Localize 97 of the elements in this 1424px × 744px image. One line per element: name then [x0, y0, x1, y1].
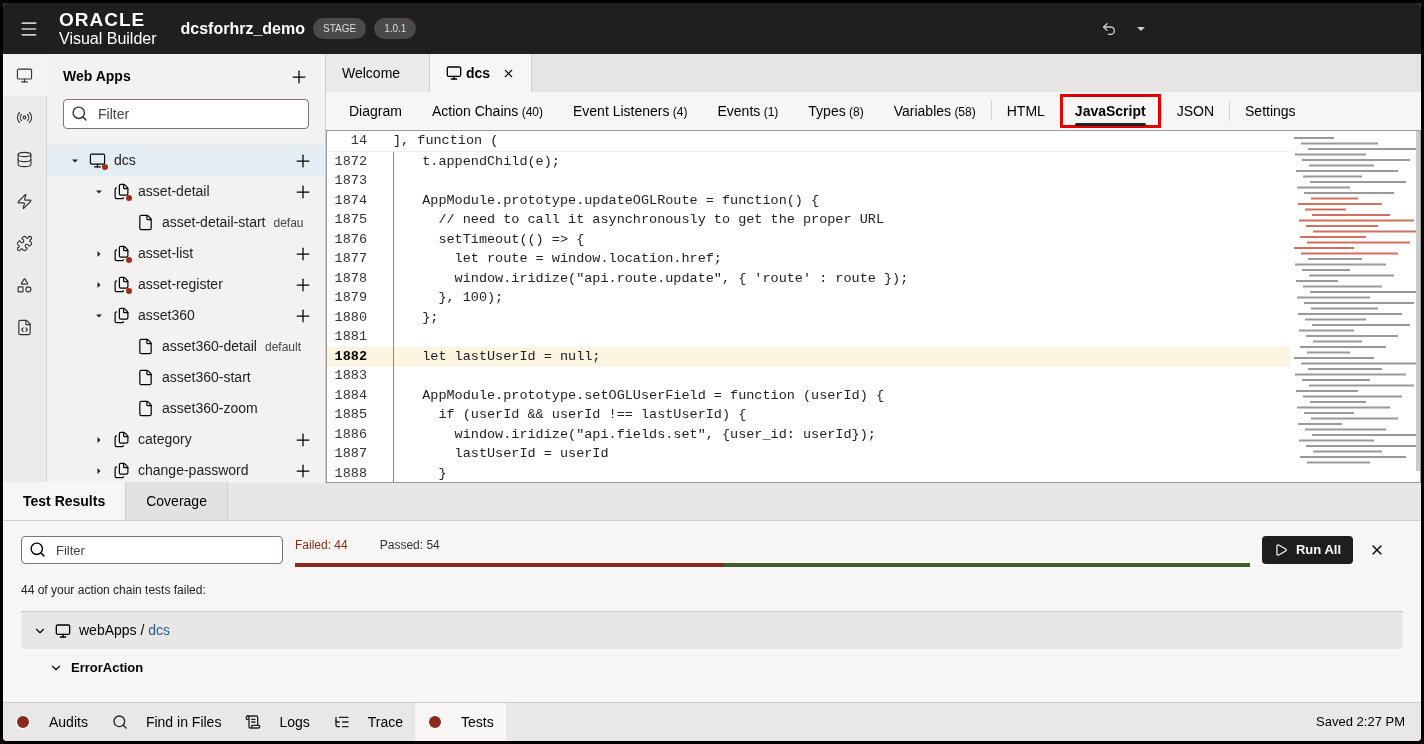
- editor-sub-tab[interactable]: Events (1): [702, 94, 794, 128]
- filter-field[interactable]: Filter: [21, 536, 283, 564]
- monitor-icon: [446, 65, 462, 81]
- code-line: AppModule.prototype.setOGLUserField = function (userId) {: [421, 386, 884, 405]
- code-line: setTimeout(() => {: [437, 230, 585, 249]
- search-icon: [71, 105, 88, 122]
- page-icon: [137, 369, 154, 386]
- page-icon: [137, 338, 154, 355]
- search-icon: [29, 541, 46, 558]
- line-number: 1884: [333, 386, 367, 405]
- run-all-button[interactable]: Run All: [1262, 536, 1353, 564]
- tree-item[interactable]: asset-register: [138, 274, 223, 295]
- line-number: 1883: [333, 367, 367, 386]
- tree-item[interactable]: asset-list: [138, 243, 194, 264]
- tree-item[interactable]: asset-detail-start: [162, 212, 266, 233]
- editor-sub-tab[interactable]: Action Chains (40): [416, 94, 558, 128]
- dropdown-caret-icon[interactable]: [1137, 26, 1145, 31]
- passed-count: Passed: 54: [379, 537, 440, 554]
- line-number: 1877: [333, 250, 367, 269]
- version-badge: STAGE: [313, 18, 367, 39]
- tree-item[interactable]: asset-detail: [138, 181, 210, 202]
- monitor-icon: [55, 622, 71, 639]
- line-number: 1885: [333, 406, 367, 425]
- code-line: let route = window.location.href;: [453, 250, 722, 269]
- line-number: 1888: [333, 464, 367, 482]
- editor-tab[interactable]: dcs: [430, 54, 533, 92]
- line-number: 14: [349, 131, 367, 150]
- tree-item[interactable]: asset360-detail: [162, 336, 257, 357]
- line-number: 1882: [333, 347, 367, 366]
- tree-item[interactable]: asset360-zoom: [162, 398, 258, 419]
- tree-item[interactable]: asset360: [138, 305, 195, 326]
- status-tab[interactable]: Find in Files: [99, 703, 234, 741]
- panel-tab[interactable]: Coverage: [126, 482, 228, 520]
- save-status: Saved 2:27 PM: [1316, 713, 1405, 732]
- list-icon: [333, 714, 350, 730]
- error-icon: [427, 714, 444, 730]
- code-line: lastUserId = userId: [453, 445, 609, 464]
- code-line: window.iridize("api.fields.set", {user_id: userId});: [453, 425, 876, 444]
- default-label: default: [264, 338, 301, 356]
- search-icon: [111, 714, 128, 730]
- line-number: 1873: [333, 172, 367, 191]
- code-line: if (userId && userId !== lastUserId) {: [437, 406, 747, 425]
- editor-sub-tab[interactable]: Event Listeners (4): [558, 94, 703, 128]
- line-number: 1874: [333, 191, 367, 210]
- line-number: 1880: [333, 308, 367, 327]
- tree-item[interactable]: change-password: [138, 460, 249, 481]
- panel-title: Web Apps: [63, 67, 131, 86]
- line-number: 1879: [333, 289, 367, 308]
- tree-item[interactable]: dcs: [114, 150, 136, 171]
- code-line: }: [437, 464, 447, 482]
- editor-sub-tab[interactable]: Settings: [1230, 94, 1311, 128]
- line-number: 1875: [333, 211, 367, 230]
- monitor-icon[interactable]: [3, 54, 47, 96]
- error-icon: [15, 714, 31, 730]
- editor-sub-tab[interactable]: HTML: [991, 94, 1060, 128]
- line-number: 1876: [333, 230, 367, 249]
- summary-text: 44 of your action chain tests failed:: [20, 582, 207, 599]
- code-line: t.appendChild(e);: [421, 152, 560, 171]
- default-label: defau: [273, 214, 304, 232]
- code-line: AppModule.prototype.updateOGLRoute = function() {: [421, 191, 820, 210]
- line-number: 1881: [333, 328, 367, 347]
- code-line: window.iridize("api.route.update", { 'route' : route });: [453, 269, 909, 288]
- log-icon: [245, 714, 262, 730]
- result-group-row[interactable]: webApps / dcs: [21, 611, 1403, 649]
- line-number: 1872: [333, 152, 367, 171]
- page-icon: [137, 400, 154, 417]
- code-line: ], function (: [393, 131, 499, 150]
- code-line: let lastUserId = null;: [421, 347, 601, 366]
- version-badge: 1.0.1: [374, 18, 417, 39]
- logo-text: ORACLE: [59, 10, 147, 29]
- line-number: 1887: [333, 445, 367, 464]
- tree-item[interactable]: category: [138, 429, 192, 450]
- line-number: 1878: [333, 269, 367, 288]
- play-icon: [1274, 543, 1288, 557]
- result-action-row[interactable]: ErrorAction: [21, 649, 1403, 687]
- code-editor[interactable]: [326, 130, 1421, 483]
- editor-sub-tab[interactable]: Types (8): [793, 94, 879, 128]
- panel-tab[interactable]: Test Results: [3, 482, 127, 520]
- page-icon: [137, 214, 154, 231]
- code-line: // need to call it asynchronously to get the proper URL: [437, 211, 884, 230]
- undo-icon[interactable]: [1101, 20, 1117, 37]
- failed-count: Failed: 44: [295, 537, 348, 554]
- editor-sub-tab[interactable]: JSON: [1161, 94, 1229, 128]
- status-tab[interactable]: Audits: [3, 703, 100, 741]
- logo-subtitle: Visual Builder: [59, 31, 157, 47]
- status-tab[interactable]: Logs: [233, 703, 322, 741]
- code-line: }, 100);: [437, 289, 504, 308]
- editor-sub-tab[interactable]: Diagram: [334, 94, 417, 128]
- filter-field[interactable]: Filter: [63, 99, 309, 129]
- status-tab[interactable]: Tests: [415, 703, 506, 741]
- app-name: dcsforhrz_demo: [180, 18, 305, 39]
- tree-item[interactable]: asset360-start: [162, 367, 251, 388]
- status-tab[interactable]: Trace: [321, 703, 416, 741]
- editor-tab[interactable]: Welcome: [326, 54, 430, 92]
- editor-sub-tab[interactable]: Variables (58): [878, 94, 991, 128]
- code-line: };: [421, 308, 439, 327]
- line-number: 1886: [333, 425, 367, 444]
